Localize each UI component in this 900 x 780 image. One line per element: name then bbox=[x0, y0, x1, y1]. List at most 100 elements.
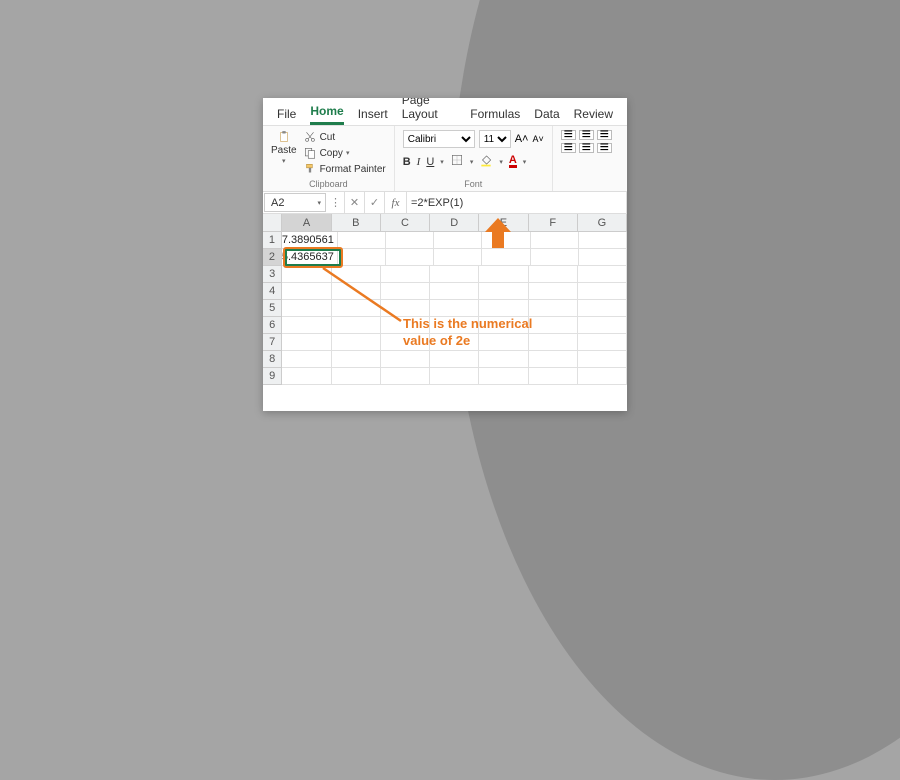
cell-A8[interactable] bbox=[282, 351, 331, 368]
col-header-F[interactable]: F bbox=[529, 214, 578, 232]
cell-D2[interactable] bbox=[434, 249, 482, 266]
cell-E9[interactable] bbox=[479, 368, 528, 385]
cell-A6[interactable] bbox=[282, 317, 331, 334]
cell-D1[interactable] bbox=[434, 232, 482, 249]
cell-B5[interactable] bbox=[332, 300, 381, 317]
font-color-button[interactable]: A bbox=[509, 155, 517, 168]
cell-B6[interactable] bbox=[332, 317, 381, 334]
decrease-font-button[interactable]: A˅ bbox=[532, 134, 543, 144]
cell-G5[interactable] bbox=[578, 300, 627, 317]
cell-C6[interactable] bbox=[381, 317, 430, 334]
cell-D8[interactable] bbox=[430, 351, 479, 368]
cell-C9[interactable] bbox=[381, 368, 430, 385]
row-header-2[interactable]: 2 bbox=[263, 249, 282, 266]
row-header-8[interactable]: 8 bbox=[263, 351, 282, 368]
cell-F8[interactable] bbox=[529, 351, 578, 368]
cell-G2[interactable] bbox=[579, 249, 627, 266]
cell-B7[interactable] bbox=[332, 334, 381, 351]
cell-C2[interactable] bbox=[386, 249, 434, 266]
cell-A1[interactable]: 7.3890561 bbox=[282, 232, 338, 249]
cell-C3[interactable] bbox=[381, 266, 430, 283]
cell-E8[interactable] bbox=[479, 351, 528, 368]
font-size-select[interactable]: 11 bbox=[479, 130, 511, 148]
cell-G8[interactable] bbox=[578, 351, 627, 368]
cell-F9[interactable] bbox=[529, 368, 578, 385]
cell-A7[interactable] bbox=[282, 334, 331, 351]
cell-D4[interactable] bbox=[430, 283, 479, 300]
col-header-D[interactable]: D bbox=[430, 214, 479, 232]
format-painter-button[interactable]: Format Painter bbox=[303, 162, 386, 176]
cell-G6[interactable] bbox=[578, 317, 627, 334]
cell-D6[interactable] bbox=[430, 317, 479, 334]
increase-font-button[interactable]: A˄ bbox=[515, 133, 529, 145]
cell-E6[interactable] bbox=[479, 317, 528, 334]
tab-data[interactable]: Data bbox=[534, 107, 559, 125]
font-family-select[interactable]: Calibri bbox=[403, 130, 475, 148]
cell-F7[interactable] bbox=[529, 334, 578, 351]
cell-E2[interactable] bbox=[482, 249, 530, 266]
cell-F1[interactable] bbox=[531, 232, 579, 249]
row-header-7[interactable]: 7 bbox=[263, 334, 282, 351]
cell-D9[interactable] bbox=[430, 368, 479, 385]
cell-A3[interactable] bbox=[282, 266, 331, 283]
cell-G3[interactable] bbox=[578, 266, 627, 283]
tab-insert[interactable]: Insert bbox=[358, 107, 388, 125]
cell-A4[interactable] bbox=[282, 283, 331, 300]
cell-G1[interactable] bbox=[579, 232, 627, 249]
align-right-button[interactable]: ≡ bbox=[597, 143, 612, 153]
cell-E4[interactable] bbox=[479, 283, 528, 300]
cut-button[interactable]: Cut bbox=[303, 130, 386, 144]
border-button[interactable] bbox=[450, 153, 464, 170]
cell-C5[interactable] bbox=[381, 300, 430, 317]
cell-B4[interactable] bbox=[332, 283, 381, 300]
confirm-formula-button[interactable]: ✓ bbox=[365, 192, 385, 213]
row-header-9[interactable]: 9 bbox=[263, 368, 282, 385]
formula-input[interactable]: =2*EXP(1) bbox=[407, 192, 627, 213]
cell-F6[interactable] bbox=[529, 317, 578, 334]
cell-B2[interactable] bbox=[338, 249, 386, 266]
cell-D5[interactable] bbox=[430, 300, 479, 317]
cell-E7[interactable] bbox=[479, 334, 528, 351]
col-header-C[interactable]: C bbox=[381, 214, 430, 232]
row-header-6[interactable]: 6 bbox=[263, 317, 282, 334]
cell-A5[interactable] bbox=[282, 300, 331, 317]
col-header-A[interactable]: A bbox=[282, 214, 331, 232]
cell-E3[interactable] bbox=[479, 266, 528, 283]
row-header-3[interactable]: 3 bbox=[263, 266, 282, 283]
row-header-1[interactable]: 1 bbox=[263, 232, 282, 249]
tab-home[interactable]: Home bbox=[310, 104, 343, 125]
italic-button[interactable]: I bbox=[417, 156, 421, 168]
cell-B8[interactable] bbox=[332, 351, 381, 368]
tab-file[interactable]: File bbox=[277, 107, 296, 125]
cell-D7[interactable] bbox=[430, 334, 479, 351]
row-header-4[interactable]: 4 bbox=[263, 283, 282, 300]
cell-C7[interactable] bbox=[381, 334, 430, 351]
tab-formulas[interactable]: Formulas bbox=[470, 107, 520, 125]
cell-F3[interactable] bbox=[529, 266, 578, 283]
tab-review[interactable]: Review bbox=[574, 107, 613, 125]
col-header-B[interactable]: B bbox=[332, 214, 381, 232]
cancel-formula-button[interactable]: ✕ bbox=[345, 192, 365, 213]
cell-B9[interactable] bbox=[332, 368, 381, 385]
copy-button[interactable]: Copy▾ bbox=[303, 146, 386, 160]
cell-G9[interactable] bbox=[578, 368, 627, 385]
paste-button[interactable]: Paste ▾ bbox=[271, 130, 297, 176]
fill-color-button[interactable] bbox=[479, 153, 493, 170]
cell-G7[interactable] bbox=[578, 334, 627, 351]
cell-C8[interactable] bbox=[381, 351, 430, 368]
cell-F5[interactable] bbox=[529, 300, 578, 317]
cell-F4[interactable] bbox=[529, 283, 578, 300]
cell-A9[interactable] bbox=[282, 368, 331, 385]
col-header-G[interactable]: G bbox=[578, 214, 627, 232]
fx-button[interactable]: fx bbox=[385, 192, 407, 213]
cell-D3[interactable] bbox=[430, 266, 479, 283]
cell-A2[interactable]: 5.4365637 bbox=[282, 249, 338, 266]
row-header-5[interactable]: 5 bbox=[263, 300, 282, 317]
cell-C4[interactable] bbox=[381, 283, 430, 300]
cell-B3[interactable] bbox=[332, 266, 381, 283]
cell-F2[interactable] bbox=[531, 249, 579, 266]
tab-pagelayout[interactable]: Page Layout bbox=[402, 98, 457, 125]
cell-E5[interactable] bbox=[479, 300, 528, 317]
underline-button[interactable]: U bbox=[426, 156, 434, 168]
name-box[interactable]: A2▾ bbox=[264, 193, 326, 212]
